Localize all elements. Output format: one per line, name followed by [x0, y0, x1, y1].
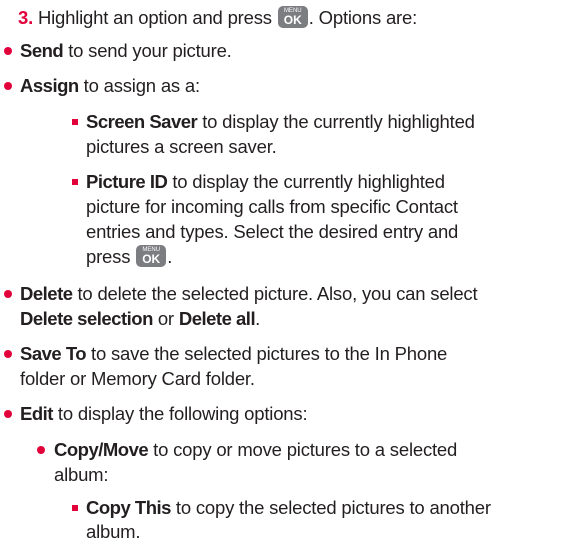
- list-item-picture-id-cont2: entries and types. Select the desired en…: [86, 221, 459, 242]
- list-item-copy-this-cont: album.: [86, 521, 141, 542]
- desc-picture-id: to display the currently highlighted: [172, 171, 445, 192]
- term-picture-id: Picture ID: [86, 171, 168, 192]
- term-delete-all: Delete all: [178, 308, 256, 329]
- term-delete: Delete: [20, 283, 73, 304]
- list-item-picture-id-cont1: picture for incoming calls from specific…: [86, 196, 458, 217]
- desc-save-to: to save the selected pictures to the In …: [91, 343, 448, 364]
- step-text-end: . Options are:: [308, 7, 418, 28]
- list-item-save-to: Save To to save the selected pictures to…: [20, 343, 447, 365]
- manual-page: 3. Highlight an option and press MENU OK.…: [0, 0, 571, 545]
- list-item-delete: Delete to delete the selected picture. A…: [20, 283, 478, 305]
- list-item-send: Send to send your picture.: [20, 40, 232, 62]
- term-save-to: Save To: [20, 343, 87, 364]
- term-assign: Assign: [20, 75, 79, 96]
- bullet-square-icon: [72, 505, 78, 511]
- step-text: Highlight an option and press: [37, 7, 272, 28]
- list-item-picture-id: Picture ID to display the currently high…: [86, 171, 445, 193]
- list-item-screen-saver-cont: pictures a screen saver.: [86, 136, 277, 157]
- list-item-assign: Assign to assign as a:: [20, 75, 200, 97]
- list-item-picture-id-cont3: press MENU OK.: [86, 245, 173, 268]
- desc-screen-saver: to display the currently highlighted: [202, 111, 475, 132]
- bullet-square-icon: [72, 119, 78, 125]
- bullet-dot-icon: [4, 410, 12, 418]
- list-item-copy-move-cont: album:: [54, 464, 109, 485]
- desc-assign: to assign as a:: [83, 75, 200, 96]
- desc-delete: to delete the selected picture. Also, yo…: [77, 283, 478, 304]
- term-send: Send: [20, 40, 64, 61]
- list-item-save-to-cont: folder or Memory Card folder.: [20, 368, 255, 389]
- step-3-line: 3. Highlight an option and press MENU OK.…: [18, 6, 418, 30]
- menu-ok-key-icon: MENU OK: [136, 245, 167, 268]
- bullet-dot-icon: [4, 47, 12, 55]
- bullet-dot-icon: [4, 350, 12, 358]
- term-copy-move: Copy/Move: [54, 439, 149, 460]
- desc-copy-move: to copy or move pictures to a selected: [153, 439, 458, 460]
- term-copy-this: Copy This: [86, 497, 171, 518]
- list-item-edit: Edit to display the following options:: [20, 403, 308, 425]
- bullet-square-icon: [72, 179, 78, 185]
- list-item-screen-saver: Screen Saver to display the currently hi…: [86, 111, 475, 133]
- list-item-copy-move: Copy/Move to copy or move pictures to a …: [54, 439, 457, 461]
- desc-copy-this: to copy the selected pictures to another: [175, 497, 491, 518]
- bullet-dot-icon: [4, 82, 12, 90]
- menu-ok-key-icon: MENU OK: [277, 6, 308, 29]
- bullet-dot-icon: [37, 446, 45, 454]
- term-edit: Edit: [20, 403, 53, 424]
- desc-send: to send your picture.: [68, 40, 232, 61]
- list-item-copy-this: Copy This to copy the selected pictures …: [86, 497, 491, 519]
- bullet-dot-icon: [4, 290, 12, 298]
- list-item-delete-cont: Delete selection or Delete all.: [20, 308, 261, 329]
- step-number: 3.: [18, 7, 34, 28]
- term-screen-saver: Screen Saver: [86, 111, 198, 132]
- term-delete-selection: Delete selection: [20, 308, 153, 329]
- desc-edit: to display the following options:: [57, 403, 308, 424]
